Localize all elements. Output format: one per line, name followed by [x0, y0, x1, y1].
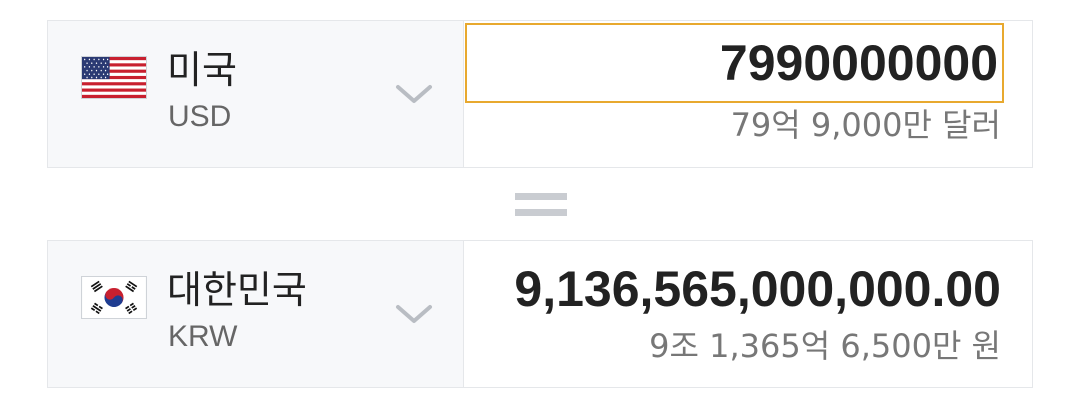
to-amount-area: 9,136,565,000,000.00 9조 1,365억 6,500만 원: [464, 241, 1032, 387]
chevron-down-icon[interactable]: [394, 81, 434, 107]
to-currency-row: 대한민국 KRW 9,136,565,000,000.00 9조 1,365억 …: [47, 240, 1033, 388]
from-currency-selector[interactable]: 미국 USD: [48, 21, 464, 167]
from-currency-row: 미국 USD 79억 9,000만 달러: [47, 20, 1033, 168]
us-flag-icon: [81, 56, 147, 99]
equals-bar-top: [515, 193, 567, 200]
from-amount-input[interactable]: [465, 23, 1004, 103]
kr-flag-icon: [81, 276, 147, 319]
from-amount-korean-text: 79억 9,000만 달러: [730, 106, 1001, 144]
equals-icon: [515, 193, 567, 219]
to-currency-selector[interactable]: 대한민국 KRW: [48, 241, 464, 387]
to-amount-korean-text: 9조 1,365억 6,500만 원: [649, 327, 1001, 365]
to-country-name: 대한민국: [167, 268, 307, 312]
from-amount-area: 79억 9,000만 달러: [464, 21, 1032, 167]
chevron-down-icon[interactable]: [394, 301, 434, 327]
to-amount-value: 9,136,565,000,000.00: [514, 261, 1001, 317]
from-currency-code: USD: [168, 100, 232, 133]
from-country-name: 미국: [167, 48, 237, 92]
equals-bar-bottom: [515, 209, 567, 216]
to-currency-code: KRW: [168, 320, 238, 353]
